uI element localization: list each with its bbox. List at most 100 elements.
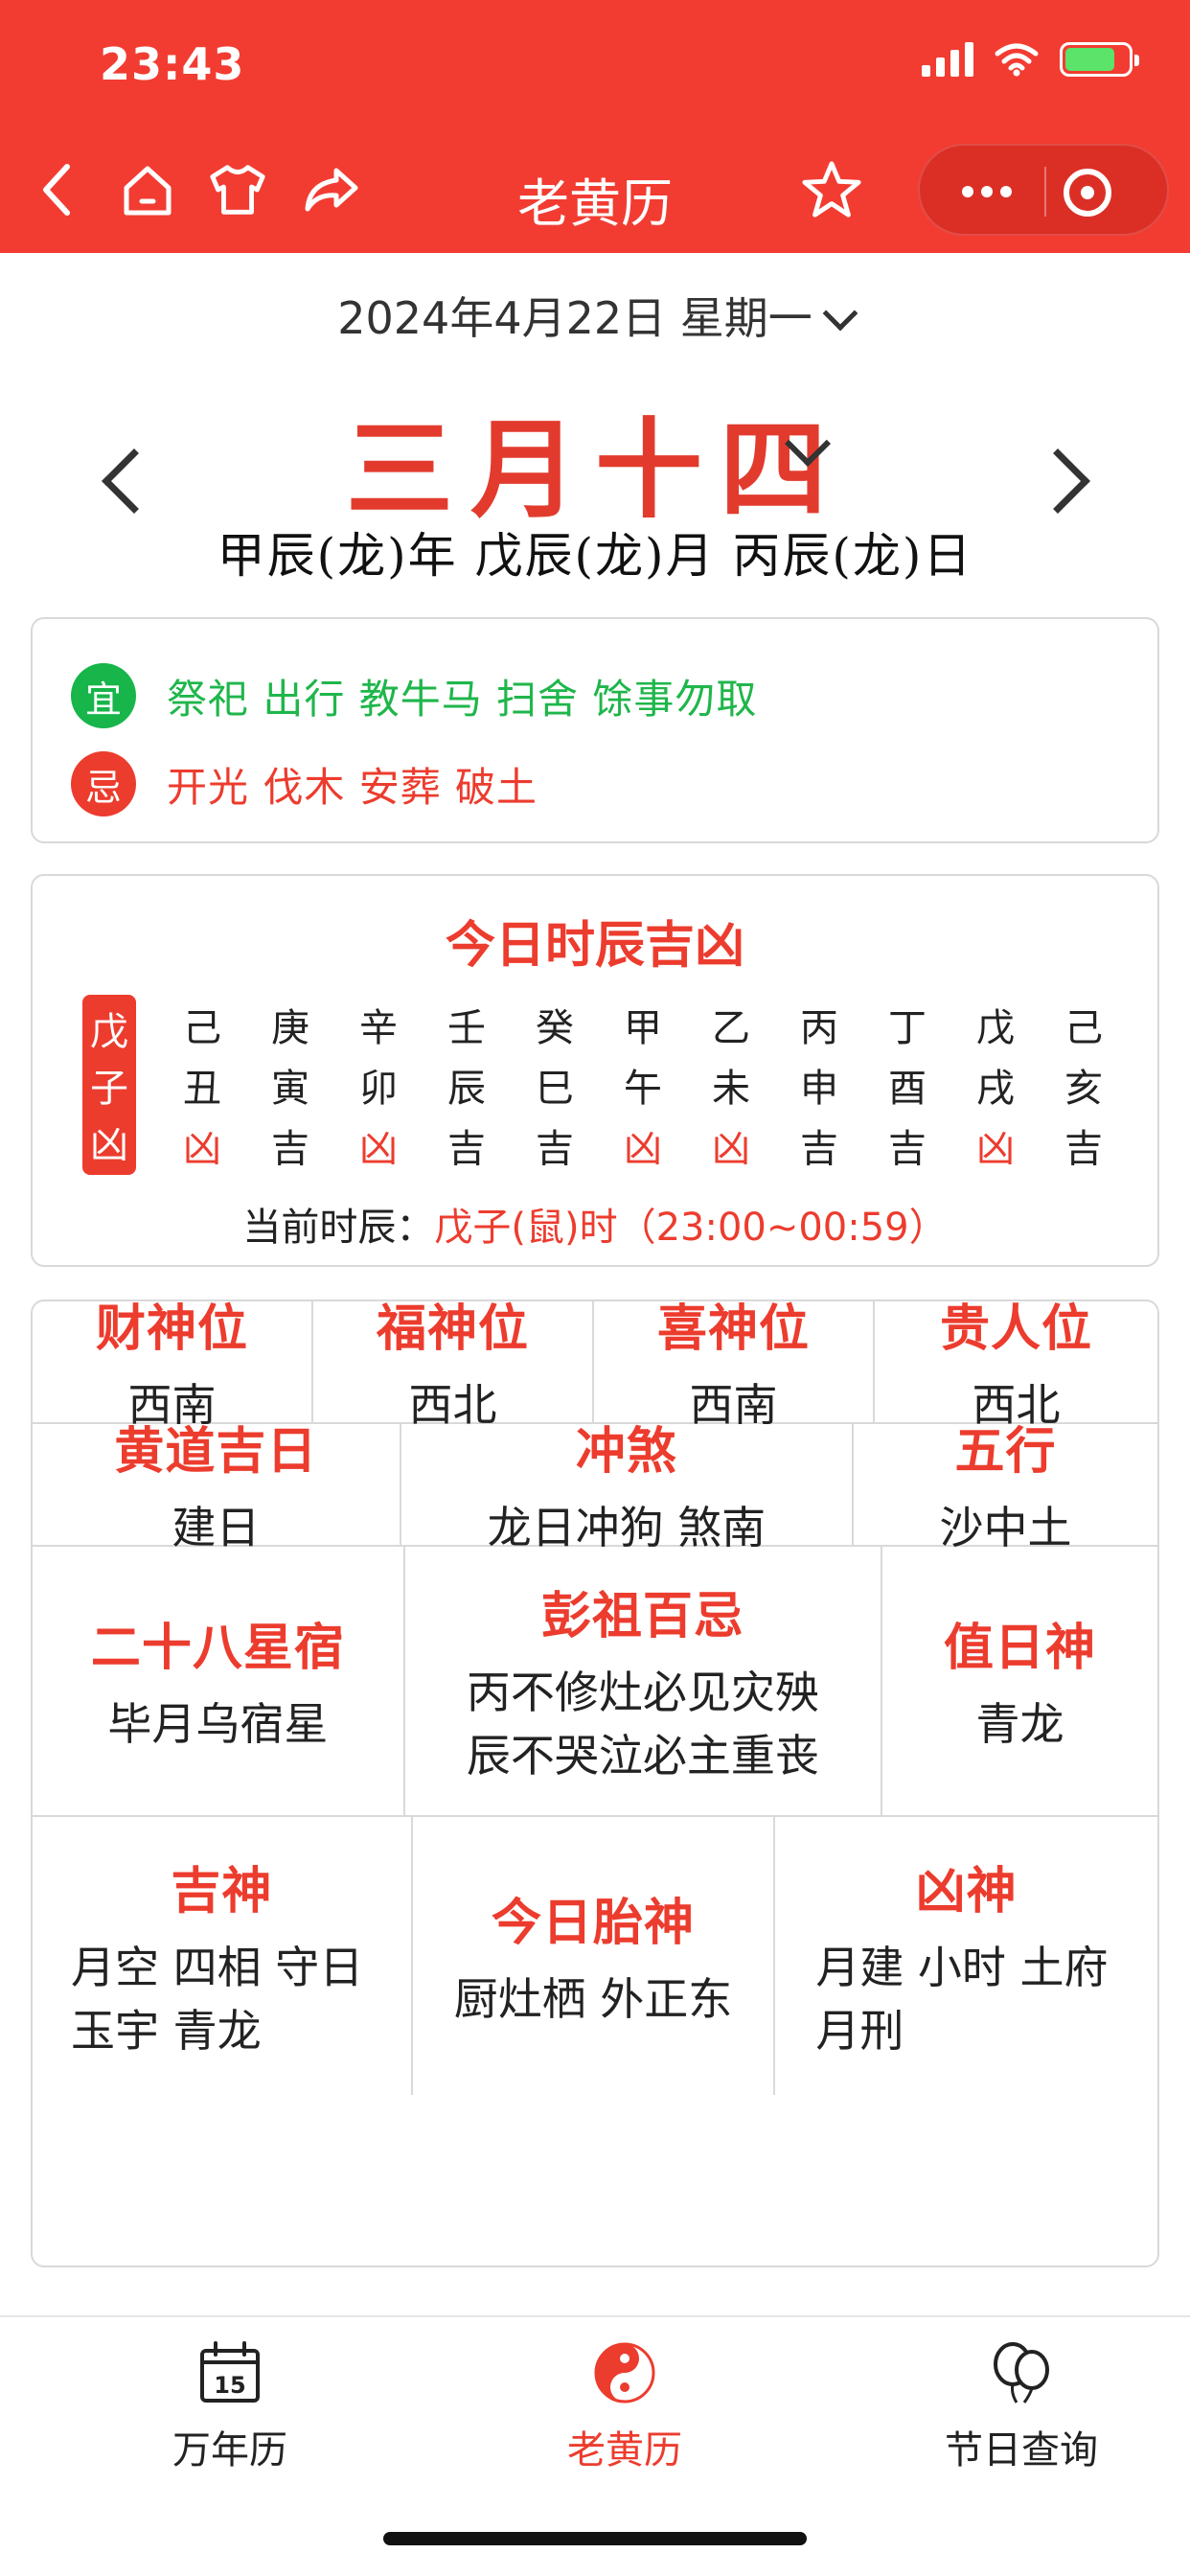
calendar-icon-day: 15	[214, 2372, 245, 2399]
shichen-column: 壬辰吉	[433, 995, 500, 1175]
shichen-jixiong: 凶	[712, 1126, 750, 1171]
info-grid: 财神位 西南 福神位 西北 喜神位 西南 贵人位 西北 黄道吉日 建日 冲煞 龙…	[31, 1300, 1159, 2267]
shichen-column: 戊戌凶	[962, 995, 1029, 1175]
shichen-jixiong: 凶	[624, 1126, 662, 1171]
cellular-signal-icon	[922, 42, 973, 77]
solar-date: 2024年4月22日 星期一	[337, 292, 812, 344]
battery-icon	[1060, 42, 1139, 77]
close-program-icon[interactable]	[1064, 169, 1111, 217]
cell-label: 二十八星宿	[90, 1619, 345, 1677]
home-indicator	[383, 2532, 807, 2545]
grid-cell-guiren: 贵人位 西北	[875, 1300, 1157, 1431]
cell-value: 青龙	[975, 1697, 1064, 1750]
grid-cell-pengzu: 彭祖百忌 丙不修灶必见灾殃 辰不哭泣必主重丧	[405, 1547, 882, 1815]
grid-cell-xishen: 喜神位 西南	[594, 1300, 875, 1431]
shichen-jixiong: 吉	[888, 1126, 927, 1171]
shichen-column: 己亥吉	[1050, 995, 1117, 1175]
grid-cell-caishen: 财神位 西南	[33, 1300, 313, 1431]
shichen-jixiong: 凶	[183, 1126, 221, 1171]
shichen-gan: 丁	[888, 1006, 927, 1051]
shichen-jixiong: 凶	[359, 1126, 398, 1171]
chevron-down-icon	[822, 295, 858, 332]
yi-ji-card: 宜 祭祀 出行 教牛马 扫舍 馀事勿取 忌 开光 伐木 安葬 破土	[31, 617, 1159, 843]
shichen-zhi: 午	[624, 1066, 662, 1111]
shichen-card: 今日时辰吉凶 戊 子 凶 己丑凶庚寅吉辛卯凶壬辰吉癸巳吉甲午凶乙未凶丙申吉丁酉吉…	[31, 874, 1159, 1267]
shichen-gan: 丙	[800, 1006, 838, 1051]
shichen-column: 丙申吉	[786, 995, 853, 1175]
shichen-column: 己丑凶	[169, 995, 236, 1175]
mini-program-capsule	[918, 144, 1169, 236]
cell-value-2: 辰不哭泣必主重丧	[466, 1729, 819, 1782]
shichen-zhi: 巳	[536, 1066, 574, 1111]
star-icon[interactable]	[801, 159, 862, 220]
cell-value: 丙不修灶必见灾殃	[466, 1666, 819, 1718]
grid-row-1: 财神位 西南 福神位 西北 喜神位 西南 贵人位 西北	[33, 1300, 1157, 1431]
shichen-column: 乙未凶	[698, 995, 765, 1175]
yi-row: 宜 祭祀 出行 教牛马 扫舍 馀事勿取	[71, 663, 757, 728]
shichen-gan: 甲	[624, 1006, 662, 1051]
cell-value-2: 月刑	[815, 2004, 904, 2057]
grid-cell-xingxiu: 二十八星宿 毕月乌宿星	[33, 1547, 405, 1815]
cell-label: 黄道吉日	[114, 1422, 318, 1481]
current-zhi: 子	[90, 1066, 128, 1111]
grid-cell-huangdao: 黄道吉日 建日	[33, 1423, 401, 1553]
grid-cell-fushen: 福神位 西北	[313, 1301, 594, 1431]
grid-cell-wuxing: 五行 沙中土	[854, 1423, 1157, 1553]
shichen-gan: 辛	[359, 1006, 398, 1051]
shichen-gan: 戊	[976, 1006, 1015, 1051]
ganzhi-line: 甲辰(龙)年 戊辰(龙)月 丙辰(龙)日	[217, 528, 973, 584]
ji-text: 开光 伐木 安葬 破土	[167, 763, 538, 811]
shichen-gan: 壬	[447, 1006, 486, 1051]
ji-row: 忌 开光 伐木 安葬 破土	[71, 751, 538, 816]
shichen-gan: 己	[183, 1006, 221, 1051]
shichen-jixiong: 凶	[976, 1126, 1015, 1171]
cell-label: 五行	[954, 1422, 1057, 1481]
cell-label: 值日神	[943, 1619, 1096, 1677]
tab-label: 万年历	[172, 2428, 287, 2472]
shichen-zhi: 戌	[976, 1066, 1015, 1111]
cell-label: 冲煞	[575, 1422, 677, 1481]
grid-cell-xiongshen: 凶神 月建 小时 土府 月刑	[775, 1817, 1157, 2095]
cell-value: 毕月乌宿星	[107, 1697, 329, 1750]
current-gan: 戊	[90, 1010, 128, 1055]
shichen-gan: 庚	[271, 1006, 309, 1051]
shichen-title: 今日时辰吉凶	[445, 917, 744, 975]
shichen-zhi: 丑	[183, 1066, 221, 1111]
shichen-zhi: 申	[800, 1066, 838, 1111]
solar-date-selector[interactable]: 2024年4月22日 星期一	[0, 284, 1190, 347]
current-shichen-line: 当前时辰：戊子(鼠)时（23:00~00:59）	[33, 1196, 1157, 1252]
shichen-zhi: 酉	[888, 1066, 927, 1111]
tab-jierichaxun[interactable]: 节日查询	[916, 2336, 1127, 2474]
shichen-column: 甲午凶	[609, 995, 676, 1175]
cell-label: 凶神	[915, 1862, 1018, 1920]
grid-row-4: 吉神 月空 四相 守日 玉宇 青龙 今日胎神 厨灶栖 外正东 凶神 月建 小时 …	[33, 1817, 1157, 2095]
top-header: 23:43 老黄历	[0, 0, 1190, 253]
shichen-gan: 癸	[536, 1006, 574, 1051]
lunar-date[interactable]: 三月十四	[0, 383, 1190, 539]
grid-cell-zhirishen: 值日神 青龙	[882, 1547, 1157, 1815]
tab-label: 老黄历	[567, 2428, 682, 2472]
tab-wannianli[interactable]: 15 万年历	[125, 2336, 335, 2474]
shichen-column: 癸巳吉	[521, 995, 588, 1175]
grid-row-3: 二十八星宿 毕月乌宿星 彭祖百忌 丙不修灶必见灾殃 辰不哭泣必主重丧 值日神 青…	[33, 1547, 1157, 1817]
cell-label: 今日胎神	[492, 1894, 696, 1952]
current-shichen-column: 戊 子 凶	[82, 995, 136, 1175]
shichen-zhi: 寅	[271, 1066, 309, 1111]
tab-label: 节日查询	[945, 2428, 1098, 2472]
cell-value-2: 玉宇 青龙	[71, 2004, 262, 2057]
yin-yang-icon	[588, 2336, 661, 2409]
cell-label: 财神位	[95, 1300, 248, 1358]
current-shichen-value: 戊子(鼠)时（23:00~00:59）	[434, 1206, 948, 1250]
cell-label: 贵人位	[939, 1300, 1092, 1358]
cell-label: 吉神	[171, 1862, 273, 1920]
shichen-gan: 己	[1064, 1006, 1103, 1051]
shichen-jixiong: 吉	[447, 1126, 486, 1171]
current-shichen-label: 当前时辰：	[242, 1206, 435, 1250]
more-icon[interactable]	[949, 167, 1025, 217]
tab-laohuangli[interactable]: 老黄历	[519, 2336, 730, 2474]
cell-label: 喜神位	[656, 1300, 810, 1358]
shichen-jixiong: 吉	[271, 1126, 309, 1171]
shichen-zhi: 辰	[447, 1066, 486, 1111]
status-icons	[922, 42, 1139, 77]
ji-badge: 忌	[71, 751, 136, 816]
